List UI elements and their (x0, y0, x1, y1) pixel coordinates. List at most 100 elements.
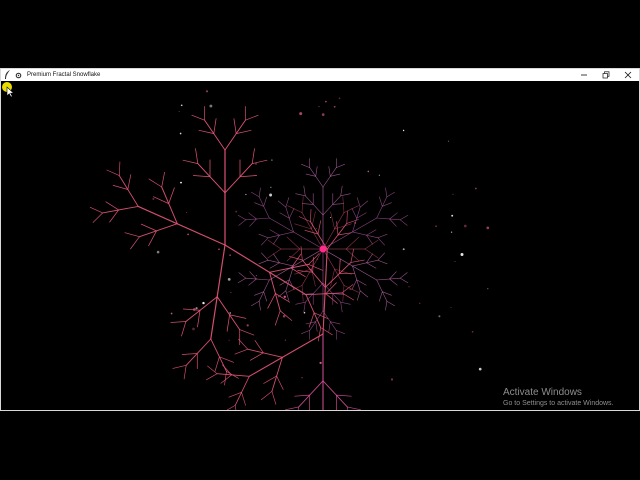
fractal-branch (263, 291, 268, 302)
sparkle-particle (255, 275, 257, 277)
fractal-branch (376, 196, 388, 219)
close-icon (624, 71, 632, 79)
fractal-branch (276, 375, 284, 390)
sparkle-particle (218, 248, 220, 251)
fractal-branch (258, 259, 269, 265)
fractal-branch (226, 314, 230, 332)
fractal-branch (191, 114, 205, 121)
fractal-branch (376, 277, 401, 281)
fractal-branch (301, 196, 304, 213)
fractal-branch (340, 185, 343, 197)
fractal-branch (251, 192, 260, 198)
fractal-branch (301, 248, 324, 286)
sparkle-particle (282, 314, 286, 318)
mouse-cursor-icon (2, 82, 15, 97)
fractal-branch (237, 277, 247, 283)
sparkle-particle (408, 286, 410, 288)
fractal-branch (285, 406, 300, 410)
sparkle-particle (349, 288, 352, 291)
fractal-branch (285, 197, 290, 208)
fractal-branch (210, 244, 226, 340)
fractal-branch (356, 290, 361, 301)
fractal-branch (389, 278, 398, 286)
sparkle-particle (229, 254, 231, 256)
fractal-branch (389, 212, 398, 220)
fractal-branch (335, 330, 345, 334)
fractal-branch (311, 268, 316, 287)
sparkle-particle (463, 224, 467, 228)
fractal-branch (267, 248, 282, 259)
fractal-branch (172, 364, 187, 369)
fractal-branch (214, 356, 220, 372)
sparkle-particle (402, 129, 405, 132)
fractal-branch (376, 279, 388, 302)
sparkle-particle (299, 112, 303, 116)
sparkle-particle (284, 339, 286, 341)
fractal-branch (248, 333, 324, 377)
close-button[interactable] (617, 69, 639, 81)
sparkle-particle (450, 231, 453, 233)
fractal-branch (340, 301, 343, 313)
fractal-branch (213, 118, 217, 134)
sparkle-particle (187, 233, 189, 236)
fractal-branch (224, 119, 246, 151)
fractal-canvas[interactable]: Activate Windows Go to Settings to activ… (1, 81, 639, 410)
fractal-branch (317, 220, 322, 235)
fractal-branch (341, 292, 355, 301)
fractal-branch (216, 373, 250, 377)
fractal-branch (239, 175, 258, 178)
fractal-branch (301, 203, 314, 205)
fractal-branch (245, 277, 270, 281)
fractal-branch (286, 236, 301, 250)
fractal-branch (267, 231, 294, 239)
fractal-branch (385, 187, 388, 198)
sparkle-particle (454, 261, 456, 262)
gear-icon (13, 70, 23, 80)
fractal-branch (274, 310, 281, 326)
fractal-branch (222, 364, 232, 376)
fractal-branch (130, 236, 140, 250)
minimize-button[interactable] (573, 69, 595, 81)
fractal-branch (322, 380, 348, 408)
fractal-branch (364, 248, 379, 259)
watermark-subtitle: Go to Settings to activate Windows. (503, 400, 614, 407)
fractal-branch (366, 229, 377, 236)
fractal-branch (386, 192, 395, 198)
sparkle-particle (303, 311, 306, 314)
fractal-branch (288, 208, 295, 219)
maximize-button[interactable] (595, 69, 617, 81)
fractal-branch (234, 405, 237, 410)
sparkle-particle (185, 211, 188, 214)
sparkle-particle (228, 339, 230, 341)
fractal-branch (332, 203, 345, 205)
fractal-branch (234, 375, 250, 406)
fractal-branch (148, 178, 163, 188)
sparkle-particle (321, 113, 325, 116)
fractal-branch (183, 364, 187, 380)
fractal-branch (378, 291, 383, 302)
fractal-branch (301, 330, 311, 334)
fractal-branch (269, 229, 280, 236)
fractal-branch (322, 195, 342, 216)
fractal-branch (385, 300, 388, 311)
sparkle-particle (255, 162, 257, 165)
fractal-branch (352, 259, 379, 267)
fractal-branch (127, 174, 132, 190)
fractal-branch (399, 219, 408, 226)
fractal-branch (197, 163, 226, 194)
fractal-branch (376, 217, 401, 221)
fractal-branch (317, 327, 322, 342)
fractal-branch (377, 259, 388, 265)
title-bar[interactable]: Premium Fractal Snowflake (1, 69, 639, 81)
fractal-branch (399, 215, 409, 221)
fractal-branch (389, 271, 397, 280)
sparkle-particle (269, 193, 273, 197)
fractal-branch (269, 262, 280, 269)
fractal-branch (102, 205, 139, 214)
fractal-branch (268, 217, 324, 250)
fractal-branch (285, 290, 290, 301)
fractal-branch (233, 118, 237, 134)
fractal-branch (181, 321, 187, 337)
sparkle-particle (170, 312, 173, 315)
fractal-branch (399, 277, 409, 283)
